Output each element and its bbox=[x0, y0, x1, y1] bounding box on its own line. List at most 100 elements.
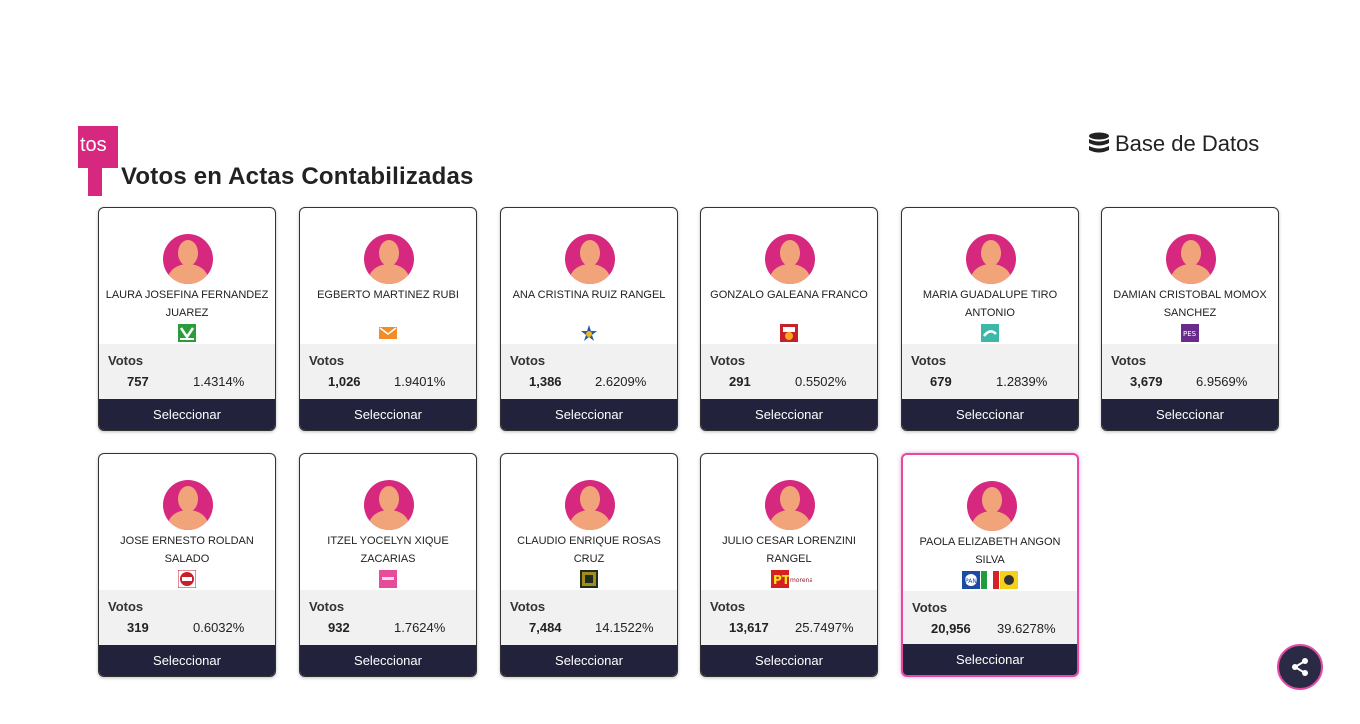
candidate-card: MARIA GUADALUPE TIRO ANTONIO Votos 679 1.28… bbox=[901, 207, 1079, 431]
votes-panel: Votos 20,956 39.6278% bbox=[903, 591, 1077, 648]
candidate-avatar bbox=[163, 234, 213, 284]
party-logos bbox=[300, 570, 476, 588]
votes-count: 291 bbox=[729, 374, 751, 389]
viewport-cutoff bbox=[0, 684, 1360, 724]
votes-label: Votos bbox=[108, 353, 144, 368]
select-button[interactable]: Seleccionar bbox=[300, 399, 476, 430]
rsp-logo bbox=[177, 569, 197, 589]
candidate-card: JOSE ERNESTO ROLDAN SALADO Votos 319 0.6032… bbox=[98, 453, 276, 677]
votes-label: Votos bbox=[1111, 353, 1147, 368]
candidate-name: MARIA GUADALUPE TIRO ANTONIO bbox=[922, 289, 1058, 319]
party-logos: PES bbox=[1102, 324, 1278, 342]
party-logos bbox=[99, 324, 275, 342]
votes-panel: Votos 757 1.4314% bbox=[99, 344, 275, 401]
candidate-avatar bbox=[565, 480, 615, 530]
select-button[interactable]: Seleccionar bbox=[501, 645, 677, 676]
party-logos bbox=[99, 569, 275, 589]
pes-logo: PES bbox=[1181, 324, 1199, 342]
candidate-name: ITZEL YOCELYN XIQUE ZACARIAS bbox=[327, 535, 449, 565]
select-button[interactable]: Seleccionar bbox=[701, 399, 877, 430]
svg-text:PES: PES bbox=[1183, 330, 1197, 338]
candidate-card: JULIO CESAR LORENZINI RANGEL PT morena Voto… bbox=[700, 453, 878, 677]
candidate-name: DAMIAN CRISTOBAL MOMOX SANCHEZ bbox=[1113, 289, 1267, 319]
select-button[interactable]: Seleccionar bbox=[501, 399, 677, 430]
votes-count: 1,386 bbox=[529, 374, 562, 389]
votes-percent: 1.7624% bbox=[394, 620, 446, 635]
mc-logo bbox=[379, 324, 397, 342]
candidate-card: GONZALO GALEANA FRANCO Votos 291 0.5502% Sel… bbox=[700, 207, 878, 431]
svg-text:PAN: PAN bbox=[965, 578, 977, 585]
candidate-name: JULIO CESAR LORENZINI RANGEL bbox=[722, 535, 856, 565]
pvem-logo bbox=[178, 324, 196, 342]
candidate-avatar bbox=[966, 234, 1016, 284]
votes-percent: 0.6032% bbox=[193, 620, 245, 635]
votes-percent: 1.4314% bbox=[193, 374, 245, 389]
candidate-card: ANA CRISTINA RUIZ RANGEL Votos 1,386 2.6209… bbox=[500, 207, 678, 431]
votes-count: 13,617 bbox=[729, 620, 769, 635]
page-title: Votos en Actas Contabilizadas bbox=[121, 163, 474, 190]
select-button[interactable]: Seleccionar bbox=[1102, 399, 1278, 430]
candidate-card: ITZEL YOCELYN XIQUE ZACARIAS Votos 932 1.76… bbox=[299, 453, 477, 677]
votes-panel: Votos 1,026 1.9401% bbox=[300, 344, 476, 401]
pri-logo bbox=[981, 571, 999, 589]
votes-label: Votos bbox=[710, 599, 746, 614]
tab-label-fragment[interactable]: tos bbox=[78, 126, 118, 168]
votes-percent: 6.9569% bbox=[1196, 374, 1248, 389]
votes-count: 679 bbox=[930, 374, 952, 389]
select-button[interactable]: Seleccionar bbox=[99, 645, 275, 676]
votes-panel: Votos 13,617 25.7497% bbox=[701, 590, 877, 647]
candidate-avatar bbox=[163, 480, 213, 530]
votes-count: 7,484 bbox=[529, 620, 562, 635]
independent-logo bbox=[580, 324, 598, 342]
candidate-card: LAURA JOSEFINA FERNANDEZ JUAREZ Votos 757 1… bbox=[98, 207, 276, 431]
candidate-name: CLAUDIO ENRIQUE ROSAS CRUZ bbox=[517, 535, 661, 565]
prd-logo bbox=[1000, 571, 1018, 589]
morena-logo: morena bbox=[789, 570, 813, 588]
select-button[interactable]: Seleccionar bbox=[903, 644, 1077, 675]
votes-percent: 1.2839% bbox=[996, 374, 1048, 389]
votes-label: Votos bbox=[309, 599, 345, 614]
candidate-name: LAURA JOSEFINA FERNANDEZ JUAREZ bbox=[105, 289, 269, 319]
votes-panel: Votos 932 1.7624% bbox=[300, 590, 476, 647]
party-logos bbox=[902, 324, 1078, 342]
select-button[interactable]: Seleccionar bbox=[99, 399, 275, 430]
nueva-alianza-logo bbox=[981, 324, 999, 342]
votes-panel: Votos 291 0.5502% bbox=[701, 344, 877, 401]
candidate-avatar bbox=[364, 480, 414, 530]
votes-count: 1,026 bbox=[328, 374, 361, 389]
votes-count: 932 bbox=[328, 620, 350, 635]
votes-panel: Votos 1,386 2.6209% bbox=[501, 344, 677, 401]
pan-logo: PAN bbox=[962, 571, 980, 589]
candidate-name: ANA CRISTINA RUIZ RANGEL bbox=[512, 289, 666, 301]
candidate-avatar bbox=[765, 480, 815, 530]
party-logos: PT morena bbox=[701, 570, 877, 588]
select-button[interactable]: Seleccionar bbox=[701, 645, 877, 676]
votes-label: Votos bbox=[108, 599, 144, 614]
candidate-avatar bbox=[967, 481, 1017, 531]
votes-label: Votos bbox=[710, 353, 746, 368]
select-button[interactable]: Seleccionar bbox=[300, 645, 476, 676]
votes-percent: 39.6278% bbox=[997, 621, 1056, 636]
svg-text:PT: PT bbox=[773, 573, 789, 587]
votes-percent: 14.1522% bbox=[595, 620, 654, 635]
votes-count: 20,956 bbox=[931, 621, 971, 636]
pacto-social-logo bbox=[580, 570, 598, 588]
candidate-name: EGBERTO MARTINEZ RUBI bbox=[317, 289, 459, 301]
pt-logo: PT bbox=[770, 570, 790, 588]
database-icon bbox=[1089, 132, 1109, 153]
select-button[interactable]: Seleccionar bbox=[902, 399, 1078, 430]
party-logos bbox=[701, 324, 877, 342]
party-logos: PAN bbox=[903, 571, 1077, 589]
votes-percent: 25.7497% bbox=[795, 620, 854, 635]
svg-text:morena: morena bbox=[790, 577, 812, 584]
share-button[interactable] bbox=[1277, 644, 1323, 690]
section-title-accent bbox=[88, 168, 102, 196]
votes-percent: 0.5502% bbox=[795, 374, 847, 389]
votes-count: 757 bbox=[127, 374, 149, 389]
votes-count: 3,679 bbox=[1130, 374, 1163, 389]
candidate-avatar bbox=[1166, 234, 1216, 284]
database-link-label: Base de Datos bbox=[1115, 131, 1260, 156]
candidate-name: GONZALO GALEANA FRANCO bbox=[710, 289, 868, 301]
database-link[interactable]: Base de Datos bbox=[1088, 131, 1259, 157]
votes-count: 319 bbox=[127, 620, 149, 635]
